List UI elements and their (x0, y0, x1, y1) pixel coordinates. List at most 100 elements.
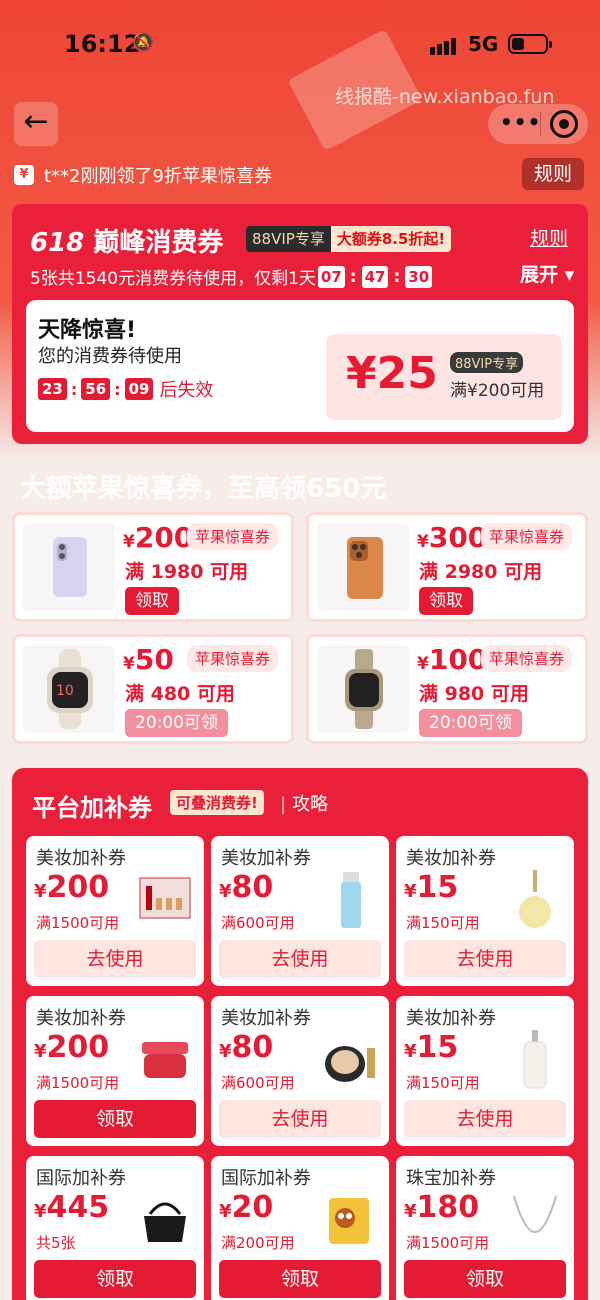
coupon-name: 美妆加补券 (406, 1008, 496, 1029)
surprise-coupon-panel[interactable]: 天降惊喜! 您的消费券待使用 23: 56: 09 后失效 ¥25 88VIP专… (26, 300, 574, 432)
claim-button[interactable]: 领取 (419, 587, 473, 615)
mini-program-capsule: ••• (488, 104, 588, 144)
coupon-tag: 苹果惊喜券 (481, 645, 573, 672)
platform-coupon-card[interactable]: 美妆加补券 ¥200 满1500可用 领取 (26, 996, 204, 1146)
coupon-condition: 满1500可用 (36, 1074, 120, 1092)
countdown-hours: 07 (317, 265, 345, 288)
countdown-seconds: 30 (405, 265, 433, 288)
back-button[interactable]: ← (14, 102, 58, 146)
card-rules-link[interactable]: 规则 (530, 224, 568, 251)
notice-text: t**2刚刚领了9折苹果惊喜券 (44, 166, 272, 187)
apple-watch-image: 10 (23, 645, 115, 733)
platform-coupon-card[interactable]: 美妆加补券 ¥80 满600可用 去使用 (211, 836, 389, 986)
coupon-condition: 满¥200可用 (450, 381, 545, 401)
serum-dropper-image (506, 868, 564, 930)
handbag-image (136, 1188, 194, 1250)
battery-icon (508, 34, 552, 54)
coupon-tag: 苹果惊喜券 (187, 523, 279, 550)
use-button[interactable]: 去使用 (219, 1100, 381, 1138)
surprise-heading: 天降惊喜! (38, 318, 137, 343)
platform-coupon-card[interactable]: 国际加补券 ¥445 共5张 领取 (26, 1156, 204, 1300)
coupon-amount: ¥15 (404, 870, 459, 905)
coupon-condition: 满150可用 (406, 914, 480, 932)
coupon-amount: ¥20 (219, 1190, 274, 1225)
coupon-condition: 满600可用 (221, 1074, 295, 1092)
apple-coupon-card[interactable]: ¥300 苹果惊喜券 满 2980 可用 领取 (306, 512, 588, 622)
coupon-tag: 苹果惊喜券 (481, 523, 573, 550)
coupon-condition: 满200可用 (221, 1234, 295, 1252)
use-button[interactable]: 去使用 (404, 940, 566, 978)
coupon-name: 美妆加补券 (221, 1008, 311, 1029)
use-button[interactable]: 去使用 (219, 940, 381, 978)
countdown-minutes: 47 (361, 265, 389, 288)
coupon-amount: ¥200 (123, 521, 194, 554)
guide-link[interactable]: 攻略 (280, 790, 328, 816)
caret-down-icon: ▾ (564, 264, 575, 286)
coupon-condition: 满1500可用 (36, 914, 120, 932)
network-type: 5G (468, 32, 499, 56)
coupon-amount: ¥300 (417, 521, 488, 554)
vip-tag: 88VIP专享 大额券8.5折起! (246, 226, 452, 252)
coupon-tag: 苹果惊喜券 (187, 645, 279, 672)
coupon-condition: 满150可用 (406, 1074, 480, 1092)
coupon-name: 美妆加补券 (406, 848, 496, 869)
platform-coupon-card[interactable]: 珠宝加补券 ¥180 满1500可用 领取 (396, 1156, 574, 1300)
platform-coupon-card[interactable]: 美妆加补券 ¥15 满150可用 去使用 (396, 836, 574, 986)
rules-button[interactable]: 规则 (522, 158, 584, 190)
cosmetic-gift-set-image (136, 868, 194, 930)
signal-icon (430, 36, 458, 55)
platform-coupon-card[interactable]: 美妆加补券 ¥15 满150可用 去使用 (396, 996, 574, 1146)
cushion-compact-image (321, 1028, 379, 1090)
apple-section-title: 大额苹果惊喜券，至高领650元 (20, 474, 387, 504)
coupon-amount: ¥180 (404, 1190, 480, 1225)
coupon-amount: ¥445 (34, 1190, 110, 1225)
coupon-condition: 满 980 可用 (419, 683, 529, 705)
claim-button[interactable]: 领取 (125, 587, 179, 615)
svg-text:10: 10 (56, 683, 74, 699)
coupon-amount: ¥200 (34, 1030, 110, 1065)
surprise-desc: 您的消费券待使用 (38, 346, 182, 367)
cleansing-oil-bottle-image (506, 1028, 564, 1090)
surprise-countdown: 23: 56: 09 后失效 (38, 376, 213, 402)
coupon-amount: ¥50 (123, 643, 174, 676)
apple-coupon-card[interactable]: ¥200 苹果惊喜券 满 1980 可用 领取 (12, 512, 294, 622)
claim-button[interactable]: 领取 (219, 1260, 381, 1298)
peak-coupon-card: 618 巅峰消费券 88VIP专享 大额券8.5折起! 规则 展开 ▾ 5张共1… (12, 204, 588, 444)
coupon-name: 珠宝加补券 (406, 1168, 496, 1189)
claim-button[interactable]: 领取 (34, 1100, 196, 1138)
lotion-bottle-image (321, 868, 379, 930)
supplement-box-image (321, 1188, 379, 1250)
use-button[interactable]: 去使用 (404, 1100, 566, 1138)
coupon-amount: ¥15 (404, 1030, 459, 1065)
platform-coupon-card[interactable]: 美妆加补券 ¥200 满1500可用 去使用 (26, 836, 204, 986)
iphone-image (23, 523, 115, 611)
platform-coupon-card[interactable]: 美妆加补券 ¥80 满600可用 去使用 (211, 996, 389, 1146)
coupon-amount: ¥80 (219, 1030, 274, 1065)
platform-title: 平台加补券 (32, 794, 152, 822)
more-icon[interactable]: ••• (500, 110, 541, 134)
coupon-name: 美妆加补券 (36, 848, 126, 869)
coupon-condition: 满1500可用 (406, 1234, 490, 1252)
capsule-divider (540, 112, 541, 136)
coupon-condition: 共5张 (36, 1234, 76, 1252)
card-subtitle: 5张共1540元消费券待使用，仅剩1天 07: 47: 30 (30, 264, 434, 289)
iphone-pro-image (317, 523, 409, 611)
expand-button[interactable]: 展开 ▾ (520, 260, 574, 287)
platform-coupon-section: 平台加补券 可叠消费券! 攻略 美妆加补券 ¥200 满1500可用 去使用 美… (12, 768, 588, 1300)
apple-coupon-card[interactable]: ¥100 苹果惊喜券 满 980 可用 20:00可领 (306, 634, 588, 744)
coupon-amount: ¥200 (34, 870, 110, 905)
coupon-name: 国际加补券 (36, 1168, 126, 1189)
coupon-icon: ¥ (14, 165, 34, 185)
coupon-25[interactable]: ¥25 88VIP专享 满¥200可用 (326, 334, 562, 420)
platform-coupon-card[interactable]: 国际加补券 ¥20 满200可用 领取 (211, 1156, 389, 1300)
coupon-condition: 满 1980 可用 (125, 561, 249, 583)
apple-coupon-card[interactable]: 10 ¥50 苹果惊喜券 满 480 可用 20:00可领 (12, 634, 294, 744)
claim-later-button[interactable]: 20:00可领 (419, 709, 522, 737)
claim-button[interactable]: 领取 (404, 1260, 566, 1298)
necklace-image (506, 1188, 564, 1250)
claim-later-button[interactable]: 20:00可领 (125, 709, 228, 737)
use-button[interactable]: 去使用 (34, 940, 196, 978)
close-target-icon[interactable] (550, 110, 578, 138)
apple-watch-milanese-image (317, 645, 409, 733)
claim-button[interactable]: 领取 (34, 1260, 196, 1298)
